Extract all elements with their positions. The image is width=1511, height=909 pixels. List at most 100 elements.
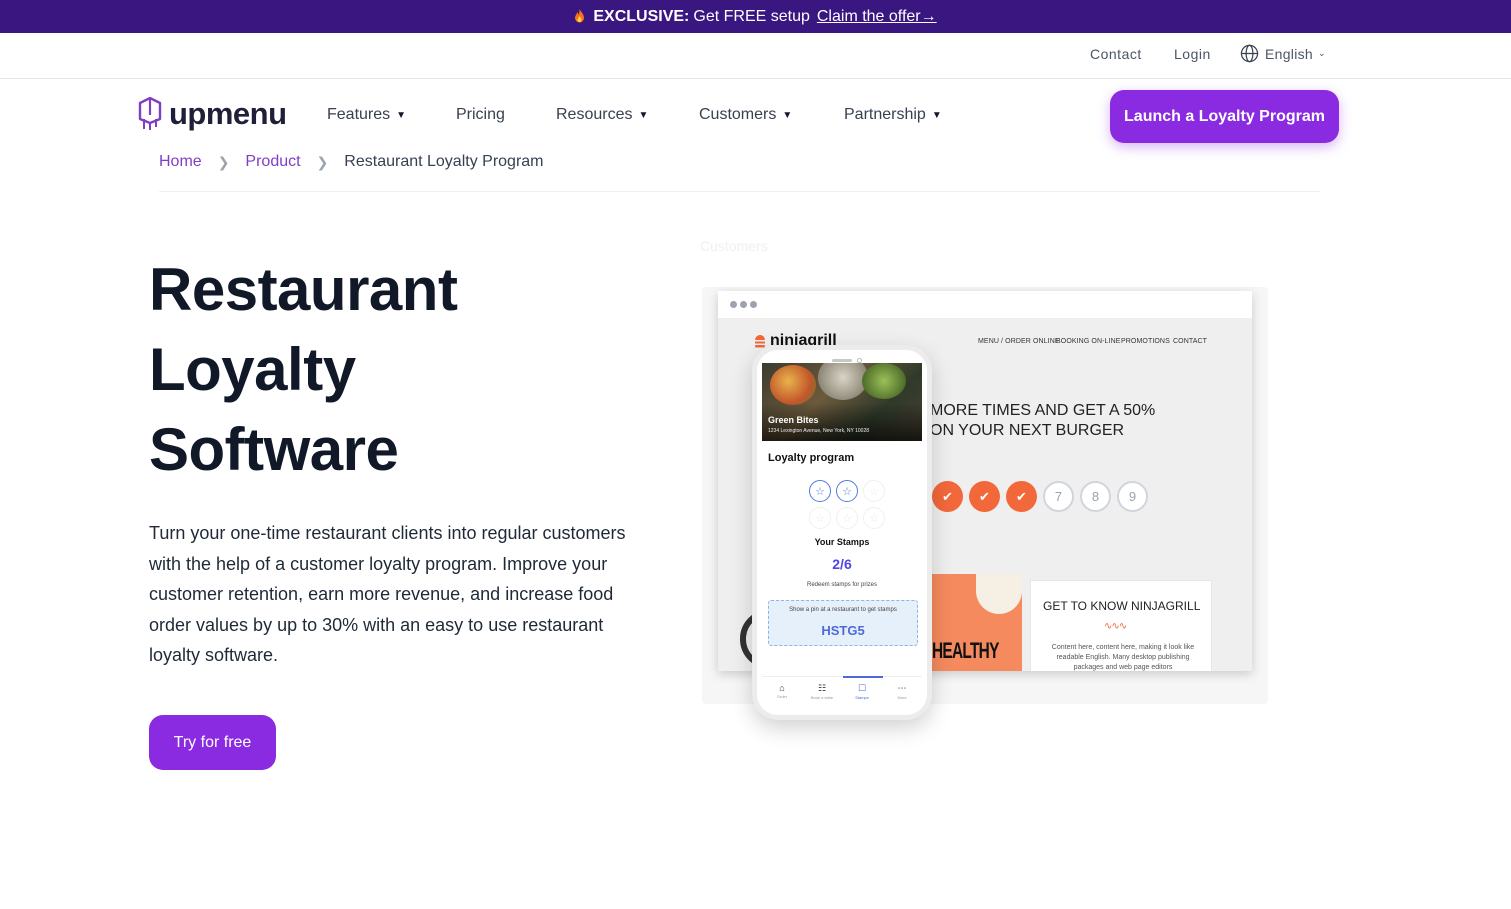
redeem-text: Redeem stamps for prizes (806, 582, 878, 588)
star-stamp-icon: ☆ (836, 507, 858, 529)
window-dot-icon (740, 301, 747, 308)
page-title: Restaurant Loyalty Software (149, 250, 629, 490)
headline-line-1: MORE TIMES AND GET A 50% (930, 402, 1156, 419)
star-stamp-icon: ☆ (836, 480, 858, 502)
site-nav-item: BOOKING ON-LINE (1056, 338, 1121, 345)
zigzag-icon: ∿∿∿ (1104, 621, 1127, 632)
claim-offer-link[interactable]: Claim the offer→ (817, 8, 937, 26)
nav-pricing[interactable]: Pricing (456, 106, 505, 124)
nav-partnership-label: Partnership (844, 106, 926, 123)
tab-label: Book a table (810, 695, 834, 700)
window-dot-icon (750, 301, 757, 308)
star-stamp-icon: ☆ (809, 507, 831, 529)
nav-features[interactable]: Features ▼ (327, 106, 406, 124)
site-nav-item: CONTACT (1173, 338, 1208, 345)
chevron-down-icon: ▼ (638, 109, 649, 121)
hero-description: Turn your one-time restaurant clients in… (149, 523, 626, 665)
fire-icon (575, 9, 585, 23)
language-label: English (1265, 45, 1314, 62)
stamp-empty: 8 (1080, 481, 1111, 512)
food-image (818, 363, 868, 400)
title-line-3: Software (149, 416, 399, 483)
restaurant-address: 1234 Lexington Avenue, New York, NY 1002… (768, 428, 870, 434)
nav-customers-label: Customers (699, 106, 777, 123)
star-stamp-icon: ☆ (863, 480, 885, 502)
title-line-1: Restaurant (149, 256, 458, 323)
logo-mark-icon (138, 97, 162, 130)
nav-customers[interactable]: Customers ▼ (699, 106, 792, 124)
home-icon: ⌂ (779, 683, 785, 693)
nav-resources-label: Resources (556, 106, 633, 123)
pin-box: Show a pin at a restaurant to get stamps… (768, 600, 918, 646)
site-headline: MORE TIMES AND GET A 50% ON YOUR NEXT BU… (930, 401, 1210, 441)
try-for-free-button[interactable]: Try for free (149, 715, 276, 770)
promo-banner: EXCLUSIVE: Get FREE setup Claim the offe… (0, 0, 1511, 33)
chevron-down-icon: ⌄ (1318, 48, 1326, 58)
chevron-down-icon: ▼ (782, 109, 793, 121)
calendar-icon: ☷ (817, 683, 827, 693)
loyalty-program-title: Loyalty program (768, 452, 855, 464)
your-stamps-label: Your Stamps (814, 537, 870, 547)
window-dot-icon (730, 301, 737, 308)
tab-label: More (897, 695, 907, 700)
nav-resources[interactable]: Resources ▼ (556, 106, 648, 124)
browser-chrome (718, 291, 1252, 318)
bowl-image (976, 574, 1022, 614)
restaurant-name: Green Bites (768, 415, 819, 425)
globe-icon (1240, 44, 1259, 63)
login-link[interactable]: Login (1174, 46, 1211, 62)
language-selector[interactable]: English ⌄ (1240, 44, 1326, 63)
stamps-icon: ☐ (857, 683, 867, 693)
restaurant-photo: Green Bites 1234 Lexington Avenue, New Y… (762, 363, 922, 441)
divider (159, 191, 1320, 192)
tab-order: ⌂ Order (762, 683, 802, 699)
headline-line-2: ON YOUR NEXT BURGER (930, 422, 1125, 439)
healthy-word: HEALTHY (932, 638, 999, 663)
about-card-body: Content here, content here, making it lo… (1051, 644, 1195, 671)
tab-label: Stamps (855, 695, 869, 700)
star-stamp-icon: ☆ (863, 507, 885, 529)
title-line-2: Loyalty (149, 336, 356, 403)
contact-link[interactable]: Contact (1090, 46, 1142, 62)
breadcrumb: Home ❯ Product ❯ Restaurant Loyalty Prog… (159, 153, 544, 171)
stamp-check-icon: ✔ (932, 481, 963, 512)
phone-tabbar: ⌂ Order ☷ Book a table ☐ Stamps ⋯ More (762, 676, 922, 706)
pin-code: HSTG5 (821, 623, 865, 638)
breadcrumb-current: Restaurant Loyalty Program (344, 153, 544, 170)
site-nav-item: PROMOTIONS (1121, 338, 1170, 345)
about-card-title: GET TO KNOW NINJAGRILL (1043, 599, 1201, 613)
breadcrumb-product[interactable]: Product (245, 153, 300, 171)
logo-wordmark: upmenu (169, 96, 287, 131)
about-card: GET TO KNOW NINJAGRILL ∿∿∿ Content here,… (1030, 580, 1212, 671)
healthy-image: HEALTHY (930, 574, 1022, 671)
active-tab-indicator (843, 676, 883, 678)
more-icon: ⋯ (897, 683, 907, 693)
breadcrumb-home[interactable]: Home (159, 153, 202, 171)
stamp-check-icon: ✔ (1006, 481, 1037, 512)
chevron-down-icon: ▼ (931, 109, 942, 121)
promo-exclusive: EXCLUSIVE: (593, 7, 690, 25)
stamp-empty: 9 (1117, 481, 1148, 512)
launch-loyalty-program-button[interactable]: Launch a Loyalty Program (1110, 90, 1339, 143)
chevron-right-icon: ❯ (316, 153, 329, 170)
phone-speaker (832, 359, 852, 362)
tab-label: Order (776, 694, 788, 699)
chevron-down-icon: ▼ (396, 109, 407, 121)
ghost-label: Customers (700, 238, 768, 254)
utility-bar: Contact Login English ⌄ (0, 33, 1511, 79)
burger-icon (755, 335, 765, 348)
nav-partnership[interactable]: Partnership ▼ (844, 106, 942, 124)
chevron-right-icon: ❯ (217, 153, 230, 170)
tab-book: ☷ Book a table (802, 683, 842, 700)
pin-instructions: Show a pin at a restaurant to get stamps (789, 607, 897, 613)
site-nav-item: MENU / ORDER ONLINE (978, 338, 1060, 345)
stamp-check-icon: ✔ (969, 481, 1000, 512)
food-image (862, 363, 906, 399)
star-stamp-icon: ☆ (809, 480, 831, 502)
promo-text: Get FREE setup (693, 7, 810, 25)
upmenu-logo[interactable]: upmenu (138, 96, 287, 132)
nav-features-label: Features (327, 106, 391, 123)
phone-mockup: Green Bites 1234 Lexington Avenue, New Y… (752, 345, 932, 720)
stamp-count: 2/6 (832, 556, 852, 572)
food-image (770, 365, 816, 405)
